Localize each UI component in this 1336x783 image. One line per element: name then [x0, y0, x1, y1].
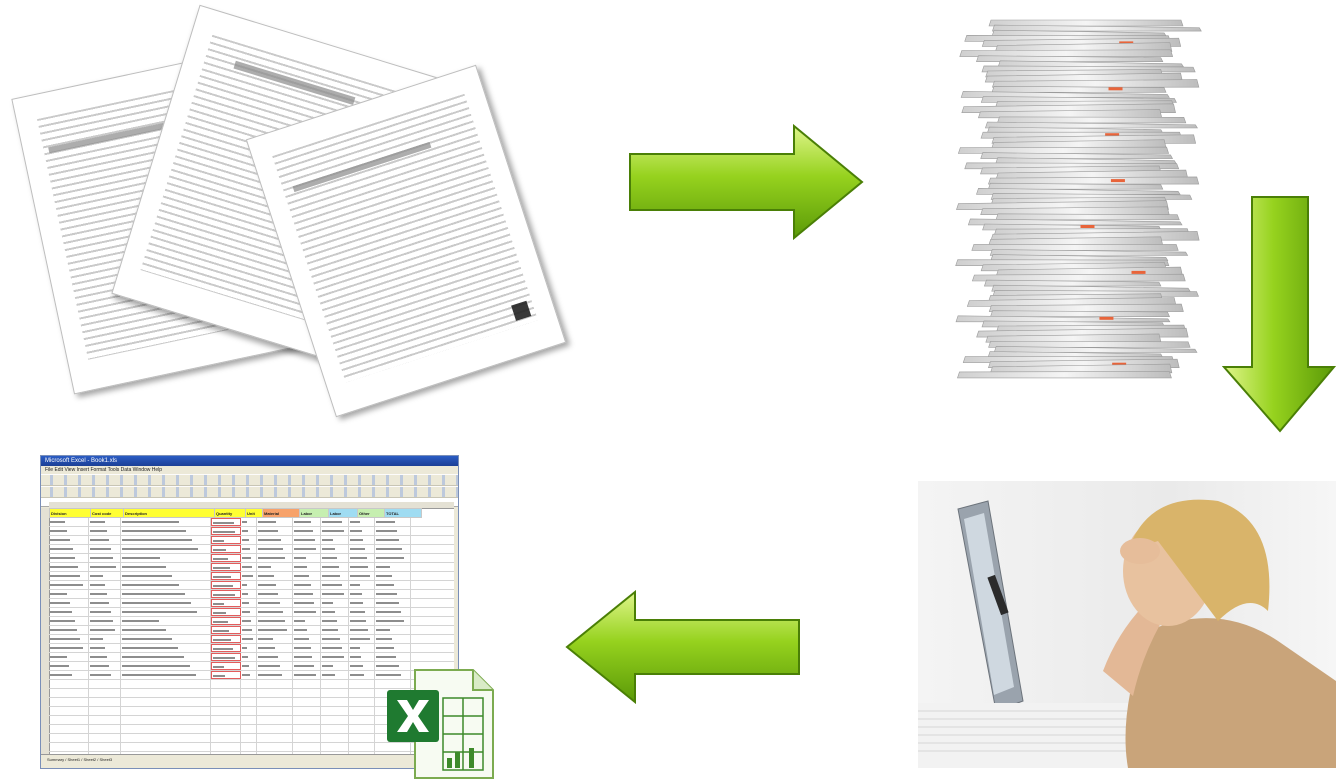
header-cell: Cost code [90, 508, 124, 518]
excel-row [49, 527, 454, 536]
excel-row [49, 599, 454, 608]
excel-row [49, 563, 454, 572]
excel-row [49, 545, 454, 554]
excel-toolbar [41, 474, 458, 486]
excel-row [49, 653, 454, 662]
excel-row [49, 581, 454, 590]
excel-format-toolbar [41, 486, 458, 498]
excel-titlebar: Microsoft Excel - Book1.xls [41, 456, 458, 466]
excel-row [49, 518, 454, 527]
paper-forms-group [0, 0, 600, 420]
header-cell: Division [49, 508, 91, 518]
excel-menubar: File Edit View Insert Format Tools Data … [45, 467, 163, 473]
excel-table: Division Cost code Description Quantity … [49, 508, 422, 518]
header-cell: Quantity [214, 508, 246, 518]
excel-header-row: Division Cost code Description Quantity … [49, 508, 422, 518]
header-cell: Unit [245, 508, 263, 518]
excel-row [49, 536, 454, 545]
excel-row [49, 590, 454, 599]
arrow-left-icon [565, 590, 800, 704]
header-cell: Material [262, 508, 300, 518]
excel-row [49, 608, 454, 617]
excel-row [49, 635, 454, 644]
excel-row [49, 617, 454, 626]
header-cell: Labor [299, 508, 329, 518]
excel-row [49, 644, 454, 653]
excel-row [49, 554, 454, 563]
excel-row [49, 626, 454, 635]
paper-stack-icon [955, 19, 1202, 379]
excel-row [49, 572, 454, 581]
excel-file-icon [387, 669, 494, 779]
arrow-right-icon [629, 124, 864, 240]
header-cell: Description [123, 508, 215, 518]
stressed-woman-photo [918, 481, 1336, 768]
header-cell: Labor [328, 508, 358, 518]
arrow-down-icon [1222, 196, 1336, 433]
header-cell: TOTAL [384, 508, 422, 518]
header-cell: Other [357, 508, 385, 518]
